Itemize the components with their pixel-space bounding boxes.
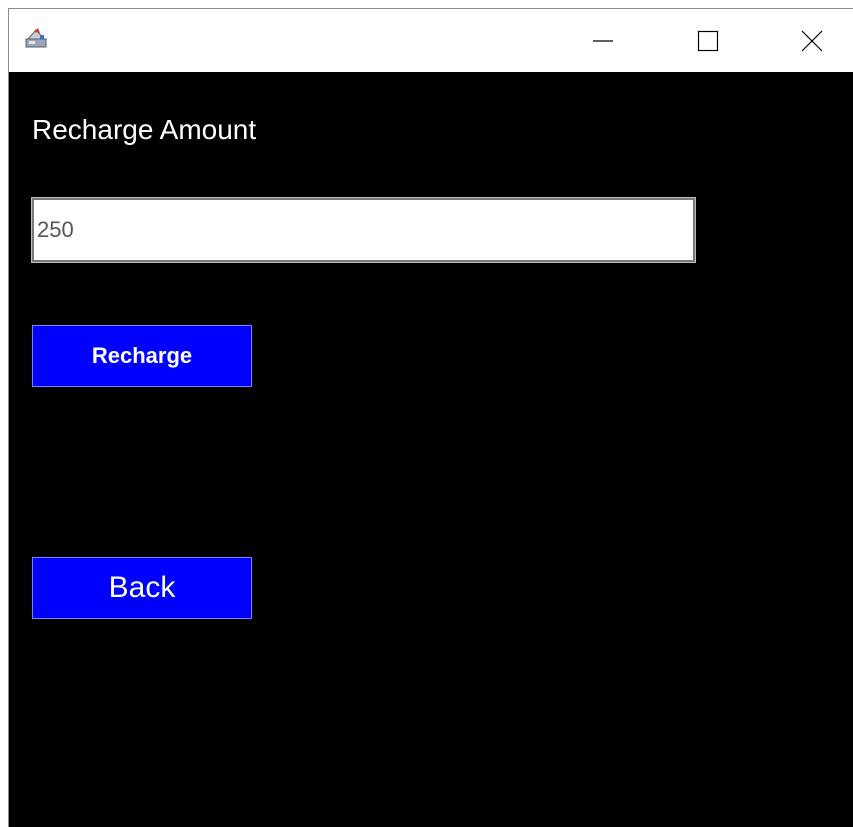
content-panel: Recharge Amount Recharge Back [9, 72, 853, 827]
recharge-amount-input[interactable] [31, 197, 696, 263]
recharge-amount-label: Recharge Amount [32, 114, 257, 145]
minimize-button[interactable] [576, 9, 630, 72]
maximize-button[interactable] [681, 9, 735, 72]
app-window: Recharge Amount Recharge Back [8, 8, 853, 827]
back-button[interactable]: Back [32, 557, 252, 619]
close-icon [801, 30, 823, 51]
maximize-icon [697, 30, 719, 51]
minimize-icon [593, 39, 613, 42]
recharge-button[interactable]: Recharge [32, 325, 252, 387]
close-button[interactable] [785, 9, 839, 72]
java-app-icon [25, 28, 47, 48]
title-bar[interactable] [9, 9, 853, 72]
